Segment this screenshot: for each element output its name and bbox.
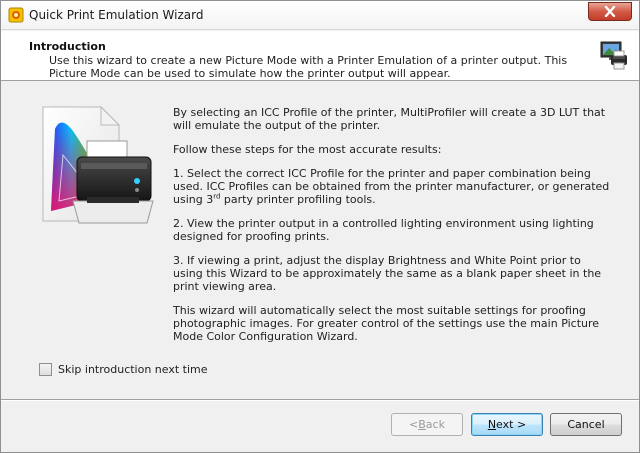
close-icon xyxy=(604,6,616,17)
step-2: 2. View the printer output in a controll… xyxy=(173,217,594,243)
app-icon xyxy=(8,7,24,23)
intro-content: By selecting an ICC Profile of the print… xyxy=(173,106,613,354)
wizard-window: Quick Print Emulation Wizard Introductio… xyxy=(0,0,640,453)
final-paragraph: This wizard will automatically select th… xyxy=(173,304,600,343)
page-title: Introduction xyxy=(29,40,106,53)
cancel-button[interactable]: Cancel xyxy=(550,413,622,436)
title-bar[interactable]: Quick Print Emulation Wizard xyxy=(1,1,639,30)
header-panel: Introduction Use this wizard to create a… xyxy=(1,31,639,81)
color-gamut-printer-icon xyxy=(42,105,154,224)
next-button[interactable]: Next > xyxy=(471,413,543,436)
back-button[interactable]: < Back xyxy=(391,413,463,436)
intro-paragraph: By selecting an ICC Profile of the print… xyxy=(173,106,606,132)
step-1: 1. Select the correct ICC Profile for th… xyxy=(173,167,610,206)
close-button[interactable] xyxy=(588,2,632,21)
page-description: Use this wizard to create a new Picture … xyxy=(49,54,568,80)
skip-intro-option[interactable]: Skip introduction next time xyxy=(39,363,208,376)
skip-intro-checkbox[interactable] xyxy=(39,363,52,376)
skip-intro-label: Skip introduction next time xyxy=(58,363,208,376)
steps-heading: Follow these steps for the most accurate… xyxy=(173,143,442,156)
button-separator xyxy=(1,399,639,401)
step-3: 3. If viewing a print, adjust the displa… xyxy=(173,254,602,293)
monitor-printer-icon xyxy=(600,41,627,70)
window-title: Quick Print Emulation Wizard xyxy=(29,8,204,22)
